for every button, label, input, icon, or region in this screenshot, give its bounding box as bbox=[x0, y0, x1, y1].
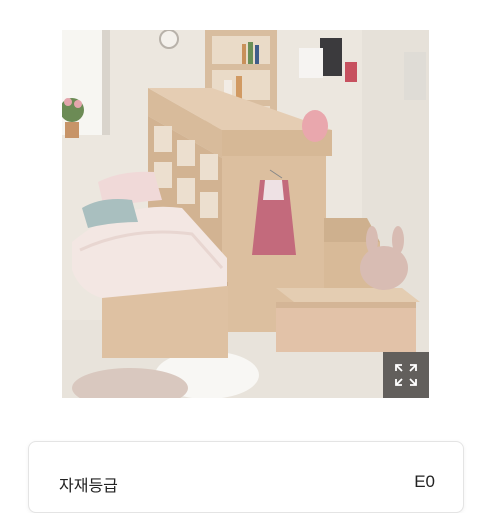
spec-label: 자재등급 bbox=[59, 476, 118, 495]
bunk-bed-illustration bbox=[62, 30, 429, 398]
spec-value: E0 bbox=[414, 472, 435, 491]
product-photo[interactable] bbox=[62, 30, 429, 398]
spec-row: 자재등급 E0 bbox=[59, 472, 435, 496]
spec-card: 자재등급 E0 bbox=[28, 441, 464, 513]
expand-image-button[interactable] bbox=[383, 352, 429, 398]
expand-icon bbox=[395, 364, 417, 386]
